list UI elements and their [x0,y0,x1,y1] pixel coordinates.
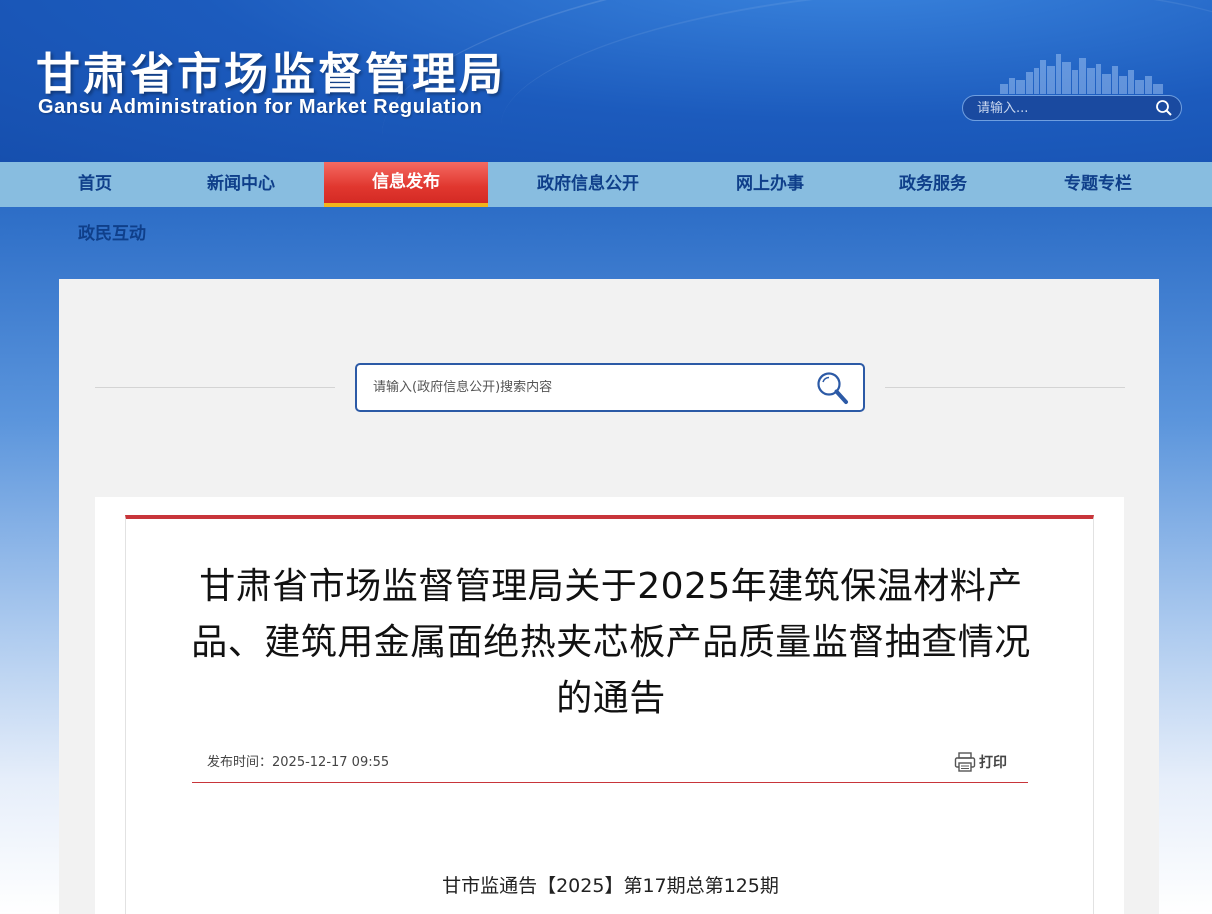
header-search-input[interactable] [977,100,1155,116]
header-search-box [962,95,1182,121]
main-nav: 首页 新闻中心 信息发布 政府信息公开 网上办事 政务服务 专题专栏 [0,162,1212,207]
site-logo-title[interactable]: 甘肃省市场监督管理局 [36,38,506,102]
publish-time: 发布时间：2025-12-17 09:55 [207,755,390,770]
info-search-input[interactable] [373,380,815,395]
document-number: 甘市监通告【2025】第17期总第125期 [442,875,779,897]
site-logo-subtitle: Gansu Administration for Market Regulati… [38,96,483,118]
skyline-decoration [1000,54,1163,94]
article-title: 甘肃省市场监督管理局关于2025年建筑保温材料产品、建筑用金属面绝热夹芯板产品质… [191,566,1031,719]
info-search-box [355,363,865,412]
site-header: 甘肃省市场监督管理局 Gansu Administration for Mark… [0,0,1212,162]
print-label: 打印 [979,755,1007,771]
article-card: 甘肃省市场监督管理局关于2025年建筑保温材料产品、建筑用金属面绝热夹芯板产品质… [125,515,1094,914]
nav-item-news[interactable]: 新闻中心 [178,162,304,207]
nav-item-gov-info[interactable]: 政府信息公开 [510,162,666,207]
meta-divider [192,782,1028,783]
divider-right [885,387,1125,388]
content-panel: 甘肃省市场监督管理局关于2025年建筑保温材料产品、建筑用金属面绝热夹芯板产品质… [59,279,1159,914]
printer-icon [954,752,976,772]
nav-item-info-release[interactable]: 信息发布 [324,162,488,207]
nav-item-gov-service[interactable]: 政务服务 [866,162,1000,207]
print-button[interactable]: 打印 [954,751,1007,773]
nav-item-interaction[interactable]: 政民互动 [78,219,146,244]
search-icon[interactable] [1155,99,1173,117]
article-container: 甘肃省市场监督管理局关于2025年建筑保温材料产品、建筑用金属面绝热夹芯板产品质… [95,497,1124,914]
nav-item-special-topics[interactable]: 专题专栏 [1030,162,1166,207]
divider-left [95,387,335,388]
magnifier-search-icon[interactable] [815,370,849,406]
nav-item-online-service[interactable]: 网上办事 [700,162,840,207]
nav-item-home[interactable]: 首页 [50,162,140,207]
